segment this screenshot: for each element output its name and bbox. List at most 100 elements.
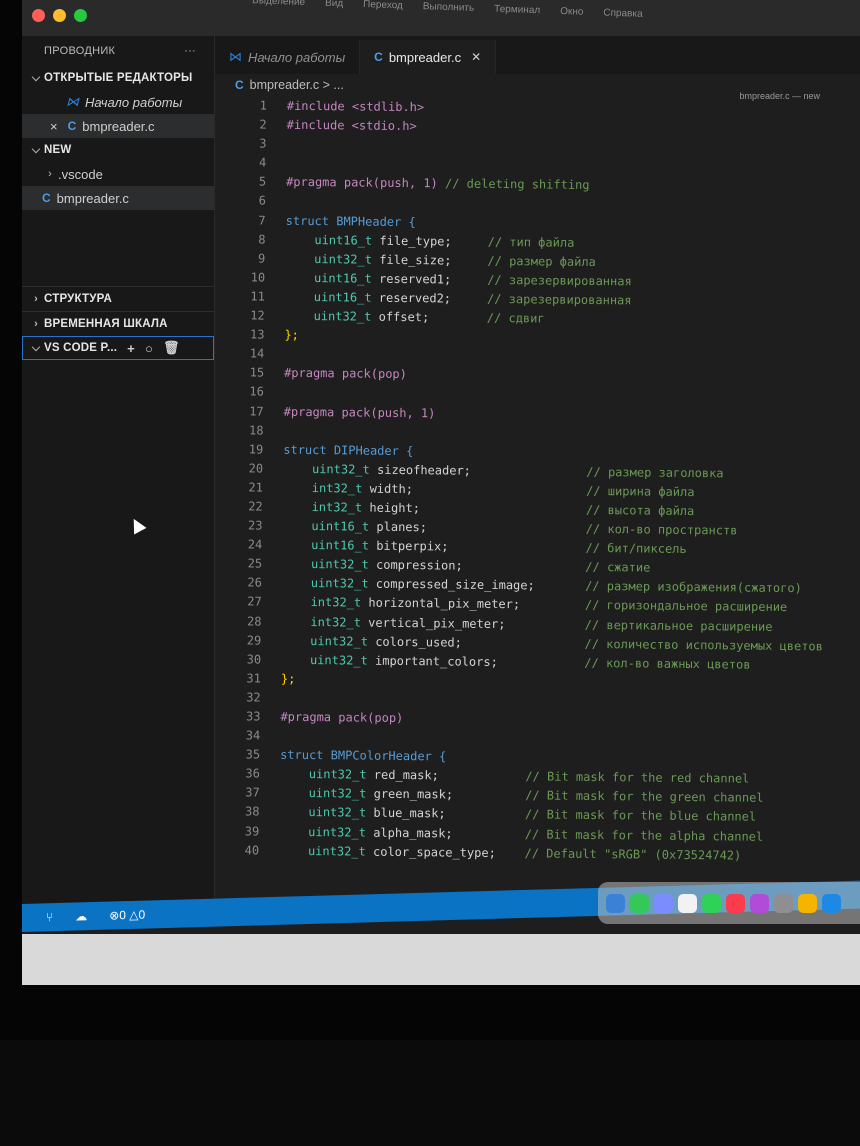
open-editor-welcome[interactable]: ⋈ Начало работы — [22, 90, 214, 114]
line-number: 33 — [245, 709, 261, 724]
minimize-window-button[interactable] — [53, 9, 66, 22]
chrome-icon[interactable] — [798, 893, 817, 913]
struct-close: }; — [280, 671, 296, 686]
explorer-title: ПРОВОДНИК — [44, 45, 116, 57]
field-type: uint32_t — [308, 786, 367, 801]
add-icon[interactable]: + — [127, 341, 135, 356]
chevron-right-icon: › — [48, 168, 52, 180]
close-tab-icon[interactable]: ✕ — [471, 50, 481, 64]
line-number: 34 — [245, 728, 261, 743]
tab-label: Начало работы — [248, 49, 346, 65]
field-type: uint32_t — [314, 251, 373, 267]
calendar-icon[interactable] — [678, 893, 697, 913]
vscode-pets-section[interactable]: ⌵ VS CODE P... + ○ 🗑 — [22, 336, 214, 360]
menu-selection[interactable]: Выделение — [252, 0, 305, 8]
open-editors-section[interactable]: ⌵ ОТКРЫТЫЕ РЕДАКТОРЫ — [22, 66, 214, 90]
circle-icon[interactable]: ○ — [145, 341, 153, 356]
error-count: 0 — [119, 908, 126, 923]
folder-new[interactable]: ⌵ NEW — [22, 138, 214, 162]
tab-bmpreader[interactable]: C bmpreader.c ✕ — [360, 40, 497, 74]
field-type: uint32_t — [311, 461, 370, 477]
line-number: 7 — [258, 213, 266, 228]
field-type: int32_t — [311, 480, 363, 496]
field-type: uint32_t — [310, 557, 369, 572]
messages-icon[interactable] — [630, 893, 649, 913]
line-text: uint32_t green_mask; // Bit mask for the … — [280, 784, 764, 805]
open-editors-label: ОТКРЫТЫЕ РЕДАКТОРЫ — [44, 72, 193, 84]
trash-icon[interactable]: 🗑 — [163, 340, 180, 356]
code-editor[interactable]: 1 #include <stdlib.h> 2 #include <stdio.h> 3… — [207, 96, 860, 866]
title-bar: Выделение Вид Переход Выполнить Терминал… — [22, 0, 860, 37]
outline-section[interactable]: › СТРУКТУРА — [22, 287, 214, 312]
podcasts-icon[interactable] — [750, 893, 769, 913]
line-text: uint16_t file_type; // тип файла — [285, 230, 574, 251]
line-number: 36 — [245, 766, 260, 781]
menu-help[interactable]: Справка — [603, 7, 643, 19]
c-file-icon: C — [235, 78, 244, 92]
more-actions-icon[interactable]: ··· — [184, 45, 196, 57]
code-comment: // количество используемых цветов — [584, 636, 824, 654]
field-name: file_type; — [379, 233, 452, 249]
line-number: 3 — [259, 136, 267, 151]
screen: Выделение Вид Переход Выполнить Терминал… — [22, 0, 860, 985]
folder-item-bmpreader[interactable]: C bmpreader.c — [22, 186, 214, 210]
c-file-icon: C — [42, 191, 51, 205]
line-number: 20 — [248, 461, 264, 476]
menu-go[interactable]: Переход — [363, 0, 403, 11]
menu-view[interactable]: Вид — [325, 0, 343, 9]
line-text: uint32_t blue_mask; // Bit mask for the b… — [279, 803, 756, 824]
field-type: int32_t — [310, 614, 362, 630]
line-text: #pragma pack(pop) — [280, 708, 403, 728]
line-number: 27 — [247, 594, 262, 609]
struct-declaration: struct BMPColorHeader { — [280, 747, 447, 764]
field-name: color_space_type; — [372, 844, 496, 860]
pragma-directive: #pragma pack(push, 1) — [283, 404, 436, 420]
line-text: int32_t height; // высота файла — [283, 498, 695, 519]
warning-count: 0 — [138, 907, 146, 922]
timeline-section[interactable]: › ВРЕМЕННАЯ ШКАЛА — [22, 312, 214, 336]
problems-indicator[interactable]: ⊗0 △0 — [109, 908, 145, 923]
chevron-down-icon: ⌵ — [31, 71, 41, 84]
explorer-header: ПРОВОДНИК ··· — [22, 36, 214, 66]
close-window-button[interactable] — [32, 9, 45, 22]
line-text: int32_t width; // ширина файла — [283, 479, 695, 499]
finder-icon[interactable] — [606, 893, 625, 913]
line-text: uint32_t color_space_type; // Default "sR… — [279, 841, 741, 863]
line-text: struct DIPHeader { — [283, 440, 413, 460]
field-name: blue_mask; — [373, 806, 446, 821]
field-type: int32_t — [311, 500, 363, 515]
folder-item-vscode[interactable]: › .vscode — [22, 162, 214, 186]
code-comment: // размер изображения(сжатого) — [585, 579, 802, 596]
line-number: 2 — [259, 117, 267, 132]
field-name: file_size; — [379, 252, 452, 268]
settings-icon[interactable] — [774, 893, 793, 913]
launchpad-icon[interactable] — [654, 893, 673, 913]
line-number: 18 — [248, 422, 264, 438]
menu-terminal[interactable]: Терминал — [494, 4, 540, 17]
source-control-icon[interactable]: ⑂ — [46, 910, 53, 924]
line-number: 30 — [246, 652, 262, 667]
field-type: int32_t — [310, 595, 362, 610]
monitor-bezel — [22, 934, 860, 985]
open-editor-bmpreader[interactable]: × C bmpreader.c — [22, 114, 214, 138]
vscode-icon: ⋈ — [66, 94, 79, 109]
close-icon[interactable]: × — [50, 119, 58, 134]
music-icon[interactable] — [726, 893, 745, 913]
menu-window[interactable]: Окно — [560, 6, 584, 18]
line-text: uint32_t alpha_mask; // Bit mask for the … — [279, 822, 763, 844]
tab-welcome[interactable]: ⋈ Начало работы — [215, 40, 361, 74]
keyboard-area — [0, 1040, 860, 1146]
menu-run[interactable]: Выполнить — [423, 1, 475, 14]
field-name: alpha_mask; — [373, 825, 453, 841]
cloud-sync-icon[interactable]: ☁ — [75, 909, 87, 923]
error-icon: ⊗ — [109, 908, 120, 923]
line-number: 1 — [259, 98, 267, 113]
facetime-icon[interactable] — [702, 893, 721, 913]
field-name: sizeofheader; — [376, 462, 472, 478]
code-comment: // горизондальное расширение — [584, 598, 788, 615]
field-name: reserved1; — [378, 271, 452, 287]
vscode-dock-icon[interactable] — [822, 893, 841, 913]
line-text: uint32_t colors_used; // количество испол… — [281, 631, 823, 653]
zoom-window-button[interactable] — [74, 9, 87, 22]
chevron-down-icon: ⌵ — [31, 143, 41, 156]
